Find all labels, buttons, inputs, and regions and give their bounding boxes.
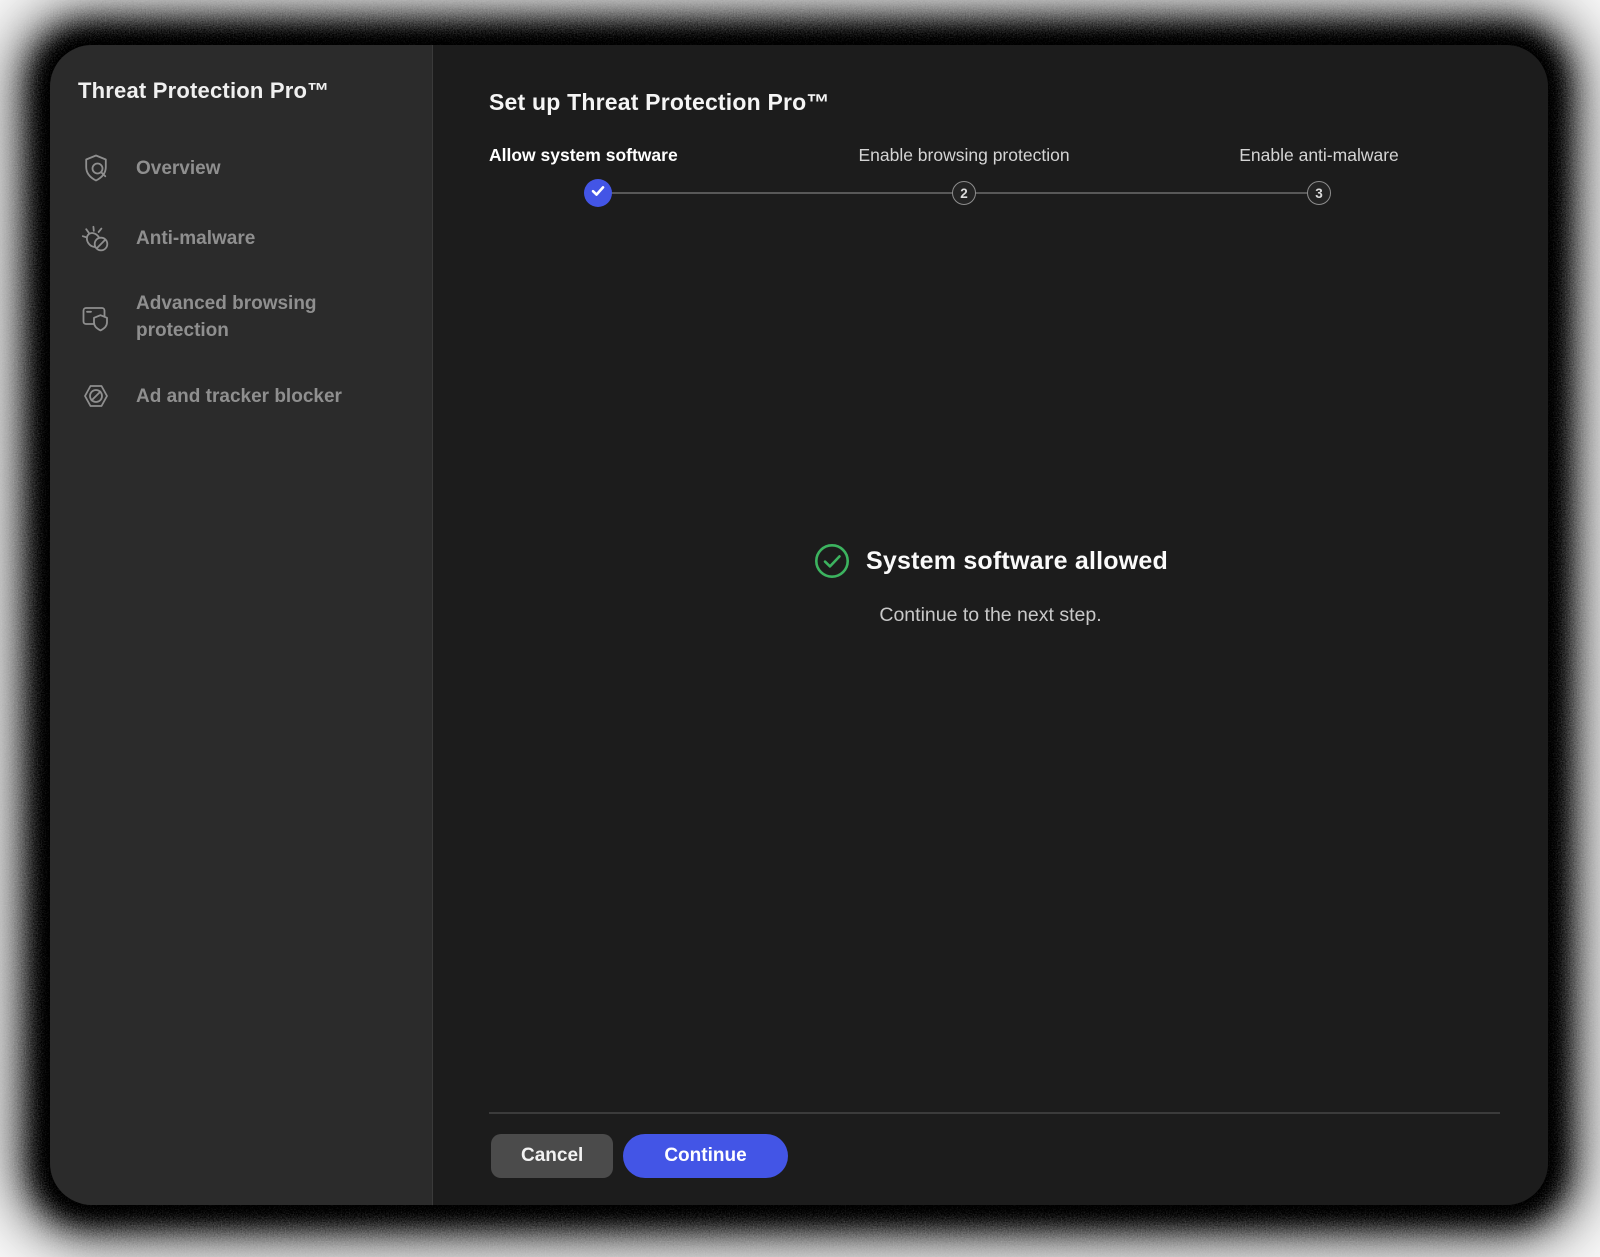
sidebar-item-label: Ad and tracker blocker: [136, 383, 342, 410]
step-2-number: 2: [960, 186, 968, 201]
status-message: System software allowed Continue to the …: [433, 542, 1548, 627]
sidebar-item-label: Overview: [136, 155, 221, 182]
browser-shield-icon: [78, 299, 114, 335]
step-label-enable-anti-malware: Enable anti-malware: [1239, 145, 1399, 166]
sidebar-item-overview[interactable]: Overview: [78, 150, 412, 186]
status-title: System software allowed: [866, 547, 1168, 576]
check-icon: [590, 184, 606, 203]
sidebar-item-anti-malware[interactable]: Anti-malware: [78, 220, 412, 256]
step-3-number: 3: [1315, 186, 1323, 201]
footer-divider: [489, 1112, 1500, 1114]
sidebar: Threat Protection Pro™ Overview: [50, 45, 433, 1205]
shield-search-icon: [78, 150, 114, 186]
sidebar-item-label: Anti-malware: [136, 225, 255, 252]
bug-blocked-icon: [78, 220, 114, 256]
step-3-dot: 3: [1307, 181, 1331, 205]
screenshot-stage: Threat Protection Pro™ Overview: [0, 0, 1600, 1257]
main-panel: Set up Threat Protection Pro™ Allow syst…: [433, 45, 1548, 1205]
footer-buttons: Cancel Continue: [491, 1134, 788, 1178]
cancel-button[interactable]: Cancel: [491, 1134, 613, 1178]
step-1-completed-dot: [584, 179, 612, 207]
threat-protection-window: Threat Protection Pro™ Overview: [50, 45, 1548, 1205]
continue-button[interactable]: Continue: [623, 1134, 787, 1178]
sidebar-item-label: Advanced browsing protection: [136, 290, 412, 344]
step-label-enable-browsing-protection: Enable browsing protection: [858, 145, 1069, 166]
sidebar-item-ad-tracker-blocker[interactable]: Ad and tracker blocker: [78, 378, 412, 414]
hexagon-block-icon: [78, 378, 114, 414]
sidebar-title: Threat Protection Pro™: [78, 78, 412, 104]
status-subtitle: Continue to the next step.: [879, 604, 1101, 627]
step-2-dot: 2: [952, 181, 976, 205]
sidebar-item-advanced-browsing-protection[interactable]: Advanced browsing protection: [78, 290, 412, 344]
step-label-allow-system-software: Allow system software: [489, 145, 678, 166]
page-title: Set up Threat Protection Pro™: [489, 89, 830, 116]
check-circle-icon: [813, 542, 851, 580]
